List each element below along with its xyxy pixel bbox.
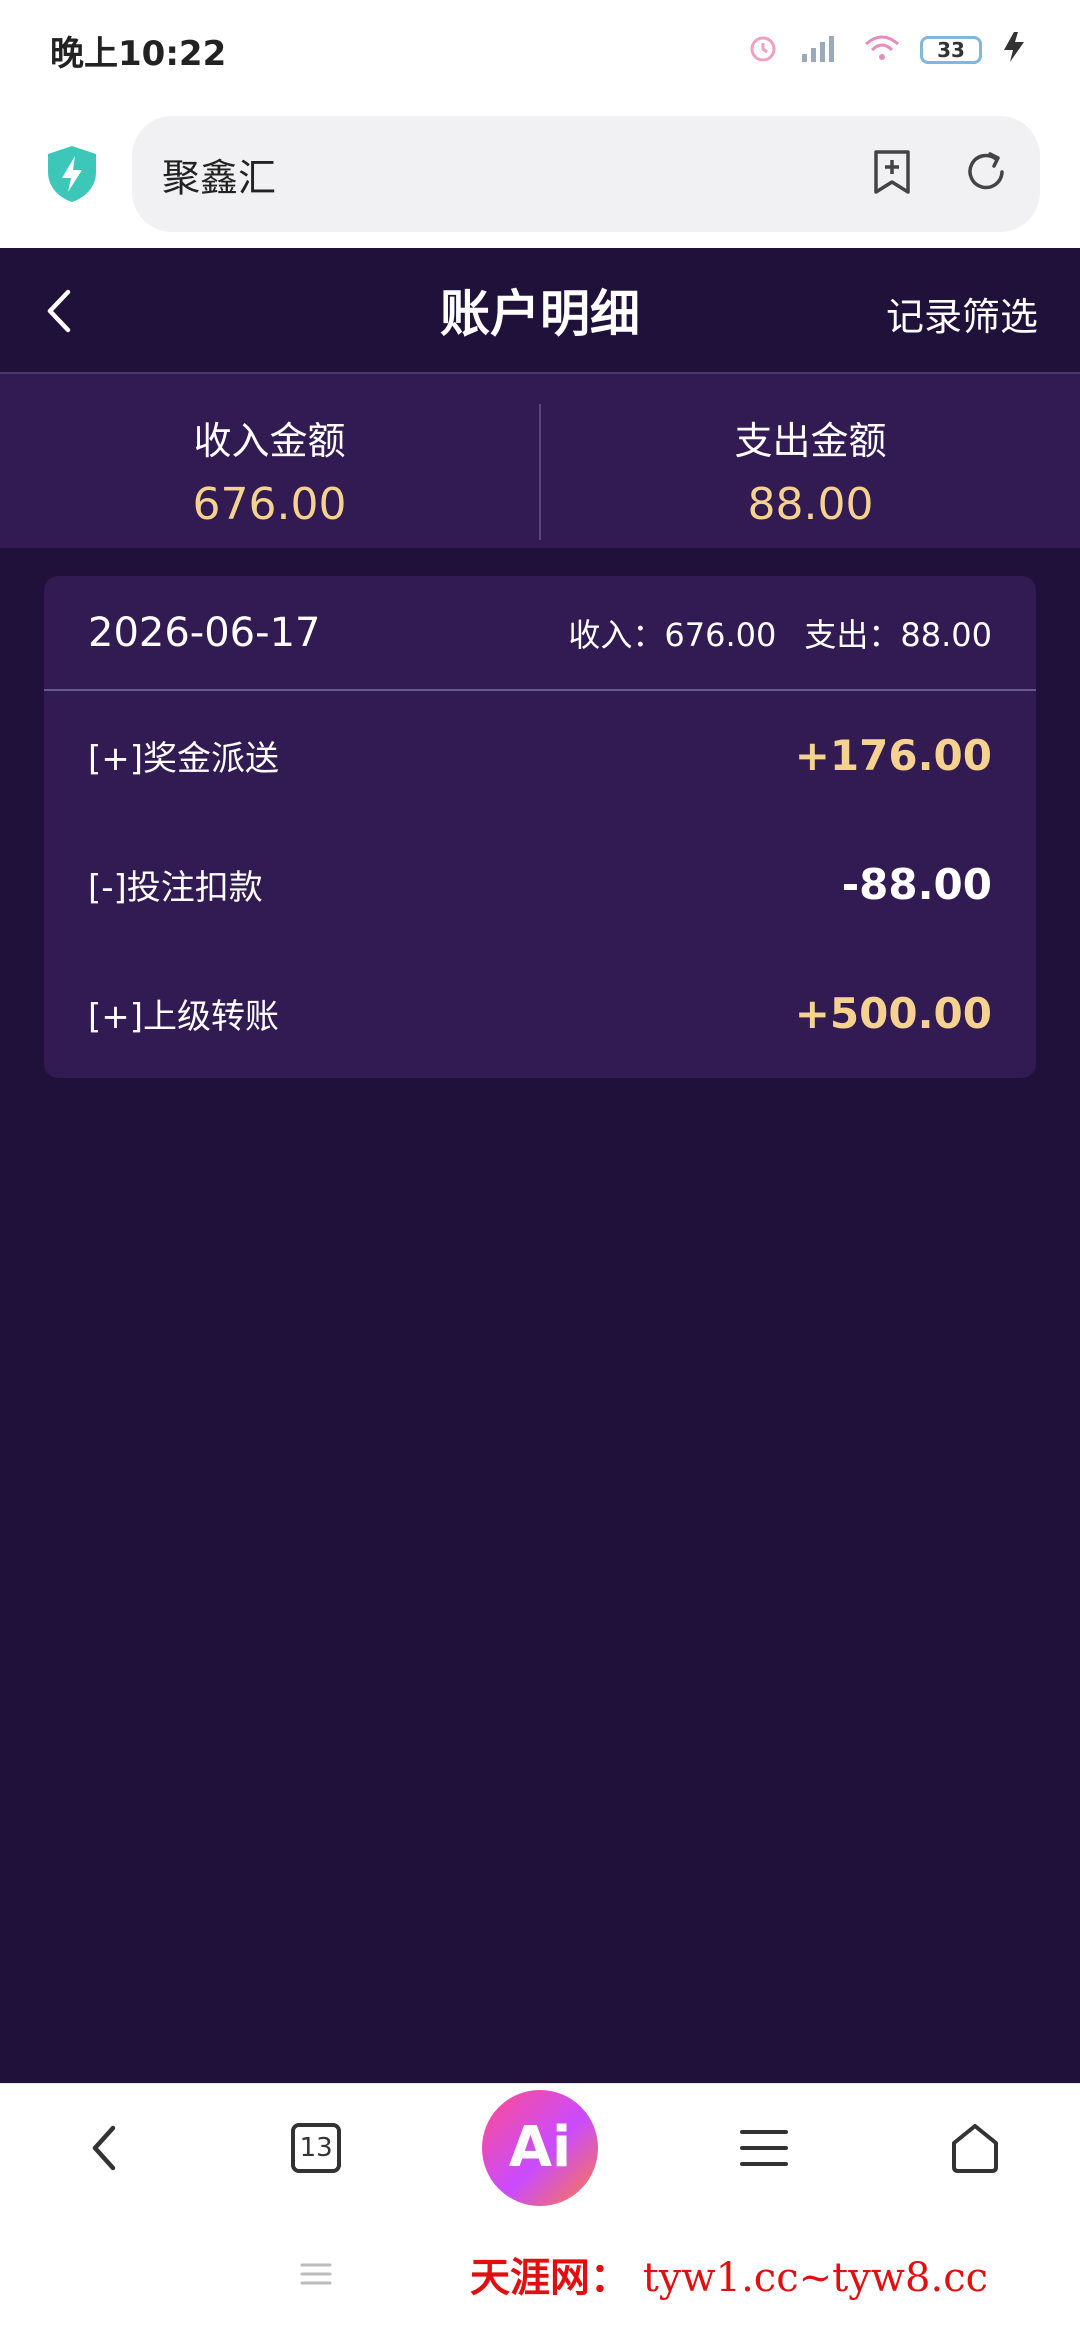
browser-bottom-nav: 13 Ai: [0, 2083, 1080, 2211]
status-bar: 晚上10:22 33: [0, 0, 1080, 100]
address-bar[interactable]: 聚鑫汇: [132, 116, 1040, 232]
income-summary: 收入金额 676.00: [0, 374, 539, 548]
tabs-button[interactable]: 13: [271, 2103, 361, 2193]
charging-icon: [1000, 30, 1030, 70]
app-header: 账户明细 记录筛选: [0, 248, 1080, 374]
watermark-cn: 天涯网：: [470, 2254, 630, 2301]
status-time: 晚上10:22: [50, 33, 227, 74]
signal-icon: [798, 30, 844, 70]
site-name: 聚鑫汇: [162, 155, 277, 200]
transaction-amount: +500.00: [794, 989, 992, 1038]
transaction-label: [-]投注扣款: [88, 868, 263, 908]
record-date: 2026-06-17: [88, 609, 321, 656]
wifi-icon: [862, 30, 902, 70]
watermark-text: 天涯网： tyw1.cc~tyw8.cc: [470, 2245, 988, 2303]
expense-summary: 支出金额 88.00: [541, 374, 1080, 548]
transaction-row[interactable]: [+]上级转账 +500.00: [44, 949, 1036, 1078]
record-filter-button[interactable]: 记录筛选: [886, 286, 1038, 341]
day-expense-total: 支出：88.00: [804, 615, 992, 654]
home-icon[interactable]: [930, 2103, 1020, 2193]
day-header: 2026-06-17 收入：676.00 支出：88.00: [44, 576, 1036, 691]
bookmark-add-icon[interactable]: [870, 148, 914, 200]
watermark-domains: tyw1.cc~tyw8.cc: [642, 2255, 988, 2301]
system-gesture-bar: 天涯网： tyw1.cc~tyw8.cc: [0, 2211, 1080, 2340]
expense-label: 支出金额: [734, 419, 887, 463]
income-value: 676.00: [192, 479, 347, 530]
summary-panel: 收入金额 676.00 支出金额 88.00: [0, 374, 1080, 548]
expense-value: 88.00: [747, 479, 874, 530]
shield-icon[interactable]: [40, 142, 104, 206]
transaction-amount: -88.00: [841, 860, 992, 909]
refresh-icon[interactable]: [962, 148, 1010, 200]
ai-assistant-button[interactable]: Ai: [481, 2089, 598, 2206]
tabs-count: 13: [291, 2122, 342, 2173]
transaction-label: [+]奖金派送: [88, 739, 280, 779]
income-label: 收入金额: [193, 419, 346, 463]
status-icons: 33: [746, 30, 1030, 70]
alarm-icon: [746, 30, 780, 70]
recents-icon[interactable]: [298, 2259, 334, 2289]
menu-icon[interactable]: [719, 2103, 809, 2193]
transaction-row[interactable]: [-]投注扣款 -88.00: [44, 820, 1036, 949]
transaction-amount: +176.00: [794, 731, 992, 780]
day-record-card: 2026-06-17 收入：676.00 支出：88.00 [+]奖金派送 +1…: [44, 576, 1036, 1078]
battery-indicator: 33: [920, 36, 982, 64]
back-button[interactable]: [40, 284, 80, 338]
browser-toolbar: 聚鑫汇: [0, 100, 1080, 248]
page-title: 账户明细: [440, 285, 640, 343]
day-income-total: 收入：676.00: [568, 615, 777, 654]
transaction-label: [+]上级转账: [88, 997, 280, 1037]
nav-back-button[interactable]: [60, 2103, 150, 2193]
transaction-row[interactable]: [+]奖金派送 +176.00: [44, 691, 1036, 820]
